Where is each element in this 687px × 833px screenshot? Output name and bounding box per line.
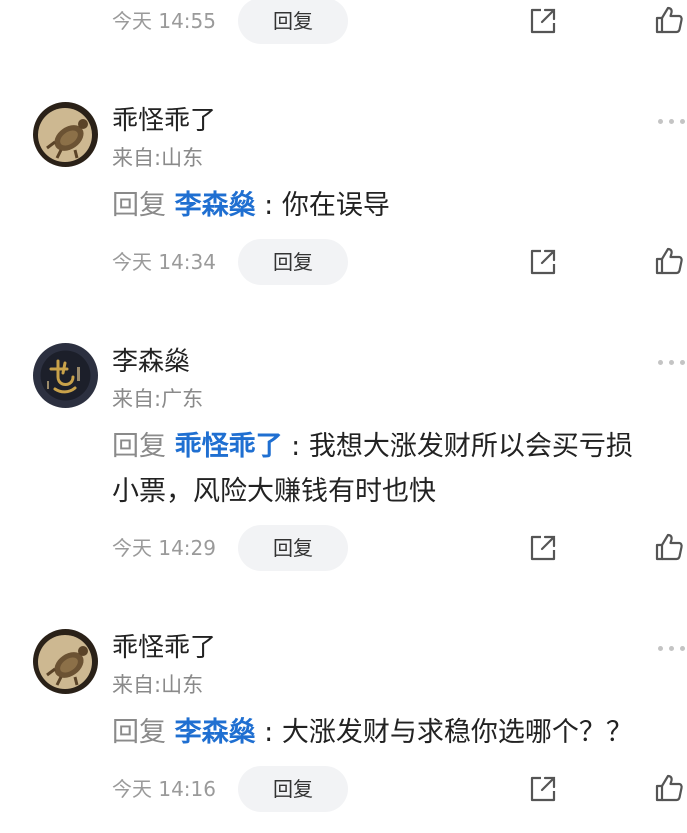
thumbs-up-icon[interactable] (653, 4, 685, 36)
separator: : (255, 190, 282, 221)
comment-content-continued: 小票，风险大赚钱有时也快 (112, 476, 436, 507)
more-options-icon[interactable] (658, 646, 687, 654)
comment-text: 回复 李森燊 : 大涨发财与求稳你选哪个？？ (112, 710, 667, 755)
comment-content: 我想大涨发财所以会买亏损 (308, 431, 633, 462)
turtle-avatar-image (33, 102, 98, 167)
location-label: 来自:广东 (112, 387, 204, 411)
mention-link[interactable]: 乖怪乖了 (175, 431, 283, 462)
thumbs-up-icon[interactable] (653, 772, 685, 804)
comment-text: 回复 乖怪乖了 : 我想大涨发财所以会买亏损 小票，风险大赚钱有时也快 (112, 424, 667, 514)
share-icon[interactable] (527, 532, 559, 564)
more-options-icon[interactable] (658, 119, 687, 127)
reply-prefix: 回复 (112, 717, 166, 748)
comment-text: 回复 李森燊 : 你在误导 (112, 183, 667, 228)
thumbs-up-icon[interactable] (653, 531, 685, 563)
turtle-avatar-image (33, 629, 98, 694)
calligraphy-avatar-image (33, 343, 98, 408)
comment-timestamp: 今天 14:29 (112, 536, 216, 560)
comment-timestamp: 今天 14:34 (112, 250, 216, 274)
reply-button[interactable]: 回复 (238, 766, 348, 812)
share-icon[interactable] (527, 773, 559, 805)
location-label: 来自:山东 (112, 146, 204, 170)
comment-content: 大涨发财与求稳你选哪个？？ (281, 717, 633, 748)
reply-button[interactable]: 回复 (238, 0, 348, 44)
reply-button[interactable]: 回复 (238, 239, 348, 285)
avatar[interactable] (33, 102, 98, 167)
separator: : (255, 717, 282, 748)
separator: : (282, 431, 309, 462)
share-icon[interactable] (527, 5, 559, 37)
reply-prefix: 回复 (112, 190, 166, 221)
avatar[interactable] (33, 629, 98, 694)
reply-button[interactable]: 回复 (238, 525, 348, 571)
share-icon[interactable] (527, 246, 559, 278)
comment-timestamp: 今天 14:16 (112, 777, 216, 801)
username[interactable]: 李森燊 (112, 347, 190, 377)
location-label: 来自:山东 (112, 673, 204, 697)
more-options-icon[interactable] (658, 360, 687, 368)
mention-link[interactable]: 李森燊 (175, 717, 256, 748)
username[interactable]: 乖怪乖了 (112, 633, 216, 663)
thumbs-up-icon[interactable] (653, 245, 685, 277)
mention-link[interactable]: 李森燊 (175, 190, 256, 221)
username[interactable]: 乖怪乖了 (112, 106, 216, 136)
comment-content: 你在误导 (281, 190, 390, 221)
reply-prefix: 回复 (112, 431, 166, 462)
avatar[interactable] (33, 343, 98, 408)
comment-timestamp: 今天 14:55 (112, 9, 216, 33)
